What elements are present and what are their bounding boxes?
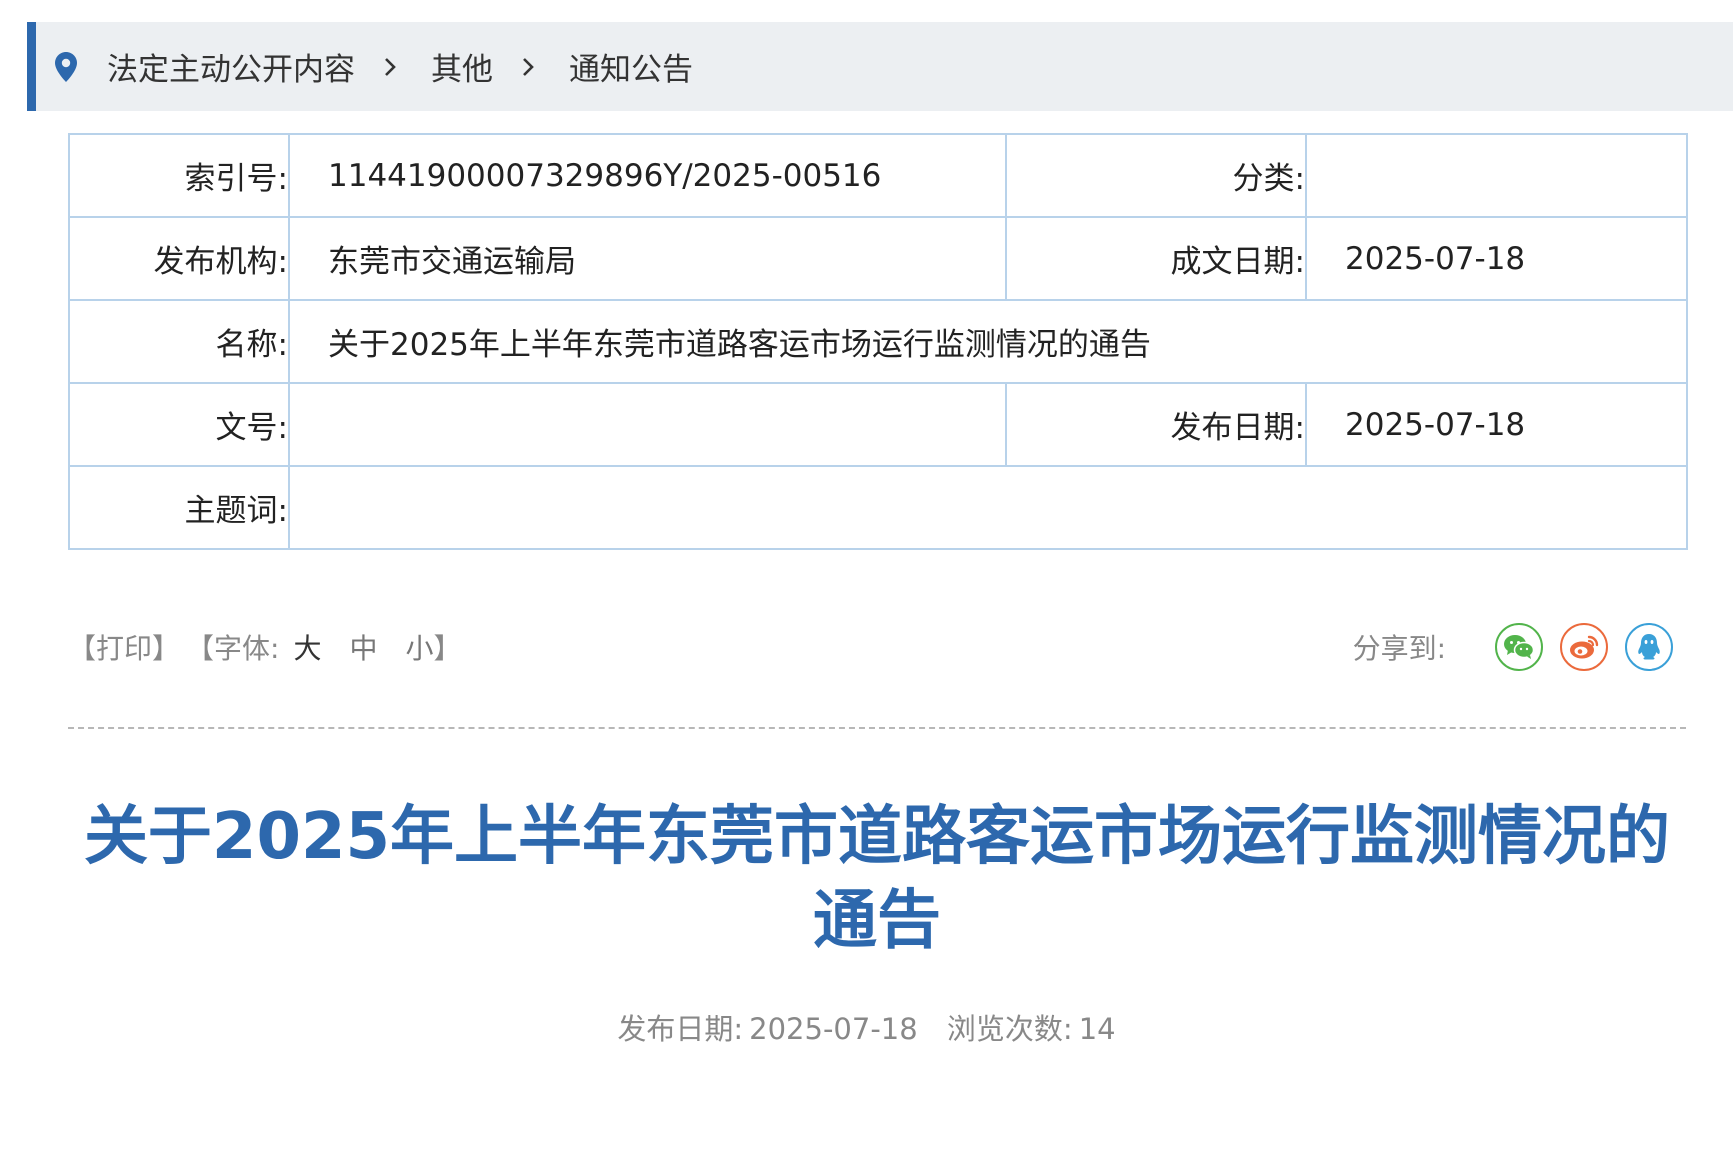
weibo-icon bbox=[1570, 635, 1599, 659]
font-size-small-button[interactable]: 小 bbox=[405, 627, 433, 667]
wechat-share-button[interactable] bbox=[1495, 623, 1543, 671]
name-label: 名称: bbox=[68, 299, 290, 384]
wechat-icon bbox=[1504, 635, 1535, 659]
chevron-right-icon bbox=[521, 57, 535, 77]
publish-date-label: 发布日期: bbox=[1005, 382, 1307, 467]
font-size-prefix: 【字体: bbox=[186, 632, 280, 665]
written-date-value: 2025-07-18 bbox=[1305, 216, 1688, 301]
article-toolbar: 【打印】 【字体: 大 中 小 】 bbox=[68, 622, 462, 672]
doc-number-value bbox=[288, 382, 1007, 467]
category-value bbox=[1305, 133, 1688, 218]
breadcrumb-item-public-content[interactable]: 法定主动公开内容 bbox=[107, 44, 355, 89]
breadcrumb-item-notices[interactable]: 通知公告 bbox=[569, 44, 693, 89]
keywords-value bbox=[288, 465, 1688, 550]
publish-date-label: 发布日期: bbox=[617, 1012, 744, 1046]
index-value: 11441900007329896Y/2025-00516 bbox=[288, 133, 1007, 218]
font-size-medium-button[interactable]: 中 bbox=[349, 627, 377, 667]
qq-share-button[interactable] bbox=[1625, 623, 1673, 671]
table-row: 文号: 发布日期: 2025-07-18 bbox=[68, 382, 1688, 467]
category-label: 分类: bbox=[1005, 133, 1307, 218]
font-size-large-button[interactable]: 大 bbox=[293, 627, 321, 667]
publisher-value: 东莞市交通运输局 bbox=[288, 216, 1007, 301]
font-size-suffix: 】 bbox=[433, 632, 462, 665]
location-pin-icon bbox=[53, 51, 79, 82]
print-button[interactable]: 【打印】 bbox=[68, 627, 180, 667]
publish-date-value: 2025-07-18 bbox=[1305, 382, 1688, 467]
share-label: 分享到: bbox=[1352, 632, 1446, 665]
table-row: 发布机构: 东莞市交通运输局 成文日期: 2025-07-18 bbox=[68, 216, 1688, 301]
chevron-right-icon bbox=[383, 57, 397, 77]
written-date-label: 成文日期: bbox=[1005, 216, 1307, 301]
divider bbox=[68, 727, 1686, 729]
share-bar: 分享到: bbox=[1353, 617, 1673, 677]
table-row: 主题词: bbox=[68, 465, 1688, 550]
view-count-label: 浏览次数: bbox=[946, 1012, 1073, 1046]
document-metadata-table: 索引号: 11441900007329896Y/2025-00516 分类: 发… bbox=[68, 133, 1688, 550]
publish-date-value: 2025-07-18 bbox=[749, 1012, 918, 1046]
view-count-value: 14 bbox=[1078, 1012, 1116, 1046]
weibo-share-button[interactable] bbox=[1560, 623, 1608, 671]
article-meta: 发布日期: 2025-07-18 浏览次数: 14 bbox=[0, 1006, 1733, 1048]
index-label: 索引号: bbox=[68, 133, 290, 218]
doc-number-label: 文号: bbox=[68, 382, 290, 467]
name-value: 关于2025年上半年东莞市道路客运市场运行监测情况的通告 bbox=[288, 299, 1688, 384]
qq-icon bbox=[1638, 634, 1660, 660]
article-title: 关于2025年上半年东莞市道路客运市场运行监测情况的通告 bbox=[83, 800, 1671, 958]
table-row: 名称: 关于2025年上半年东莞市道路客运市场运行监测情况的通告 bbox=[68, 299, 1688, 384]
breadcrumb-item-other[interactable]: 其他 bbox=[431, 44, 493, 89]
publisher-label: 发布机构: bbox=[68, 216, 290, 301]
keywords-label: 主题词: bbox=[68, 465, 290, 550]
breadcrumb: 法定主动公开内容 其他 通知公告 bbox=[27, 22, 1733, 111]
table-row: 索引号: 11441900007329896Y/2025-00516 分类: bbox=[68, 133, 1688, 218]
